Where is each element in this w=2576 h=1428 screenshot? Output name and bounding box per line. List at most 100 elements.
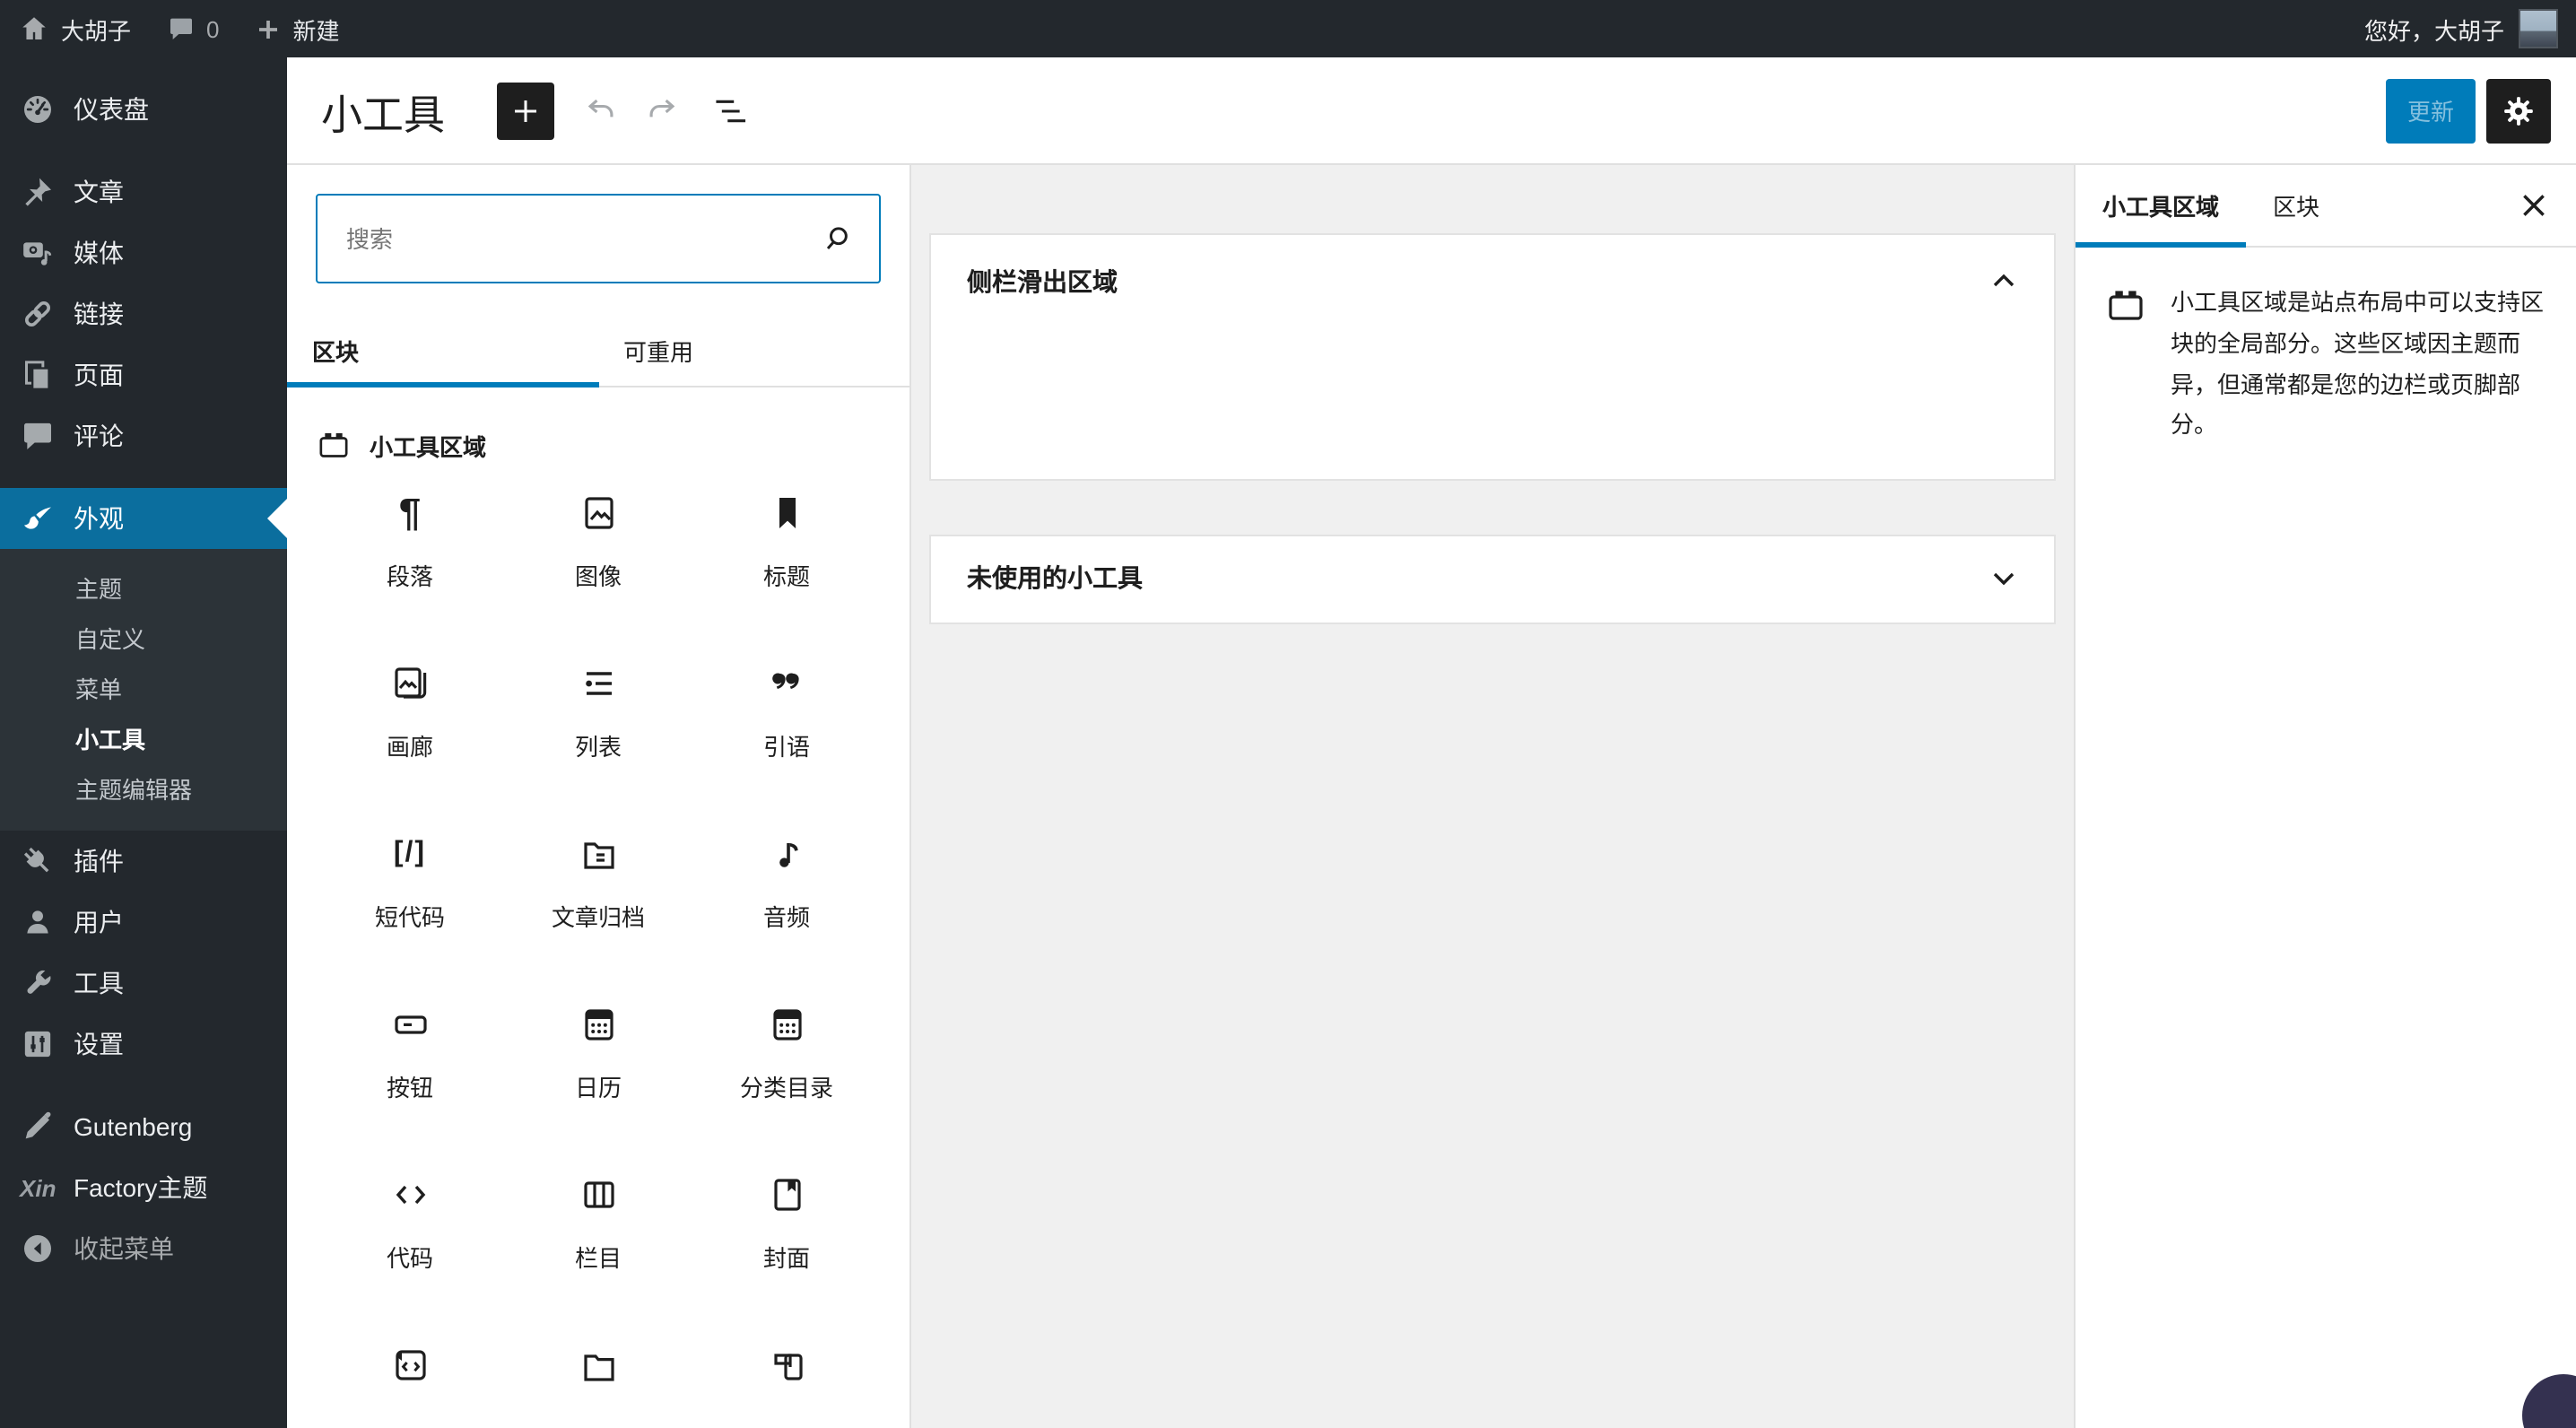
block-item-heading[interactable]: 标题 — [692, 470, 881, 640]
block-item-audio[interactable]: 音频 — [692, 811, 881, 981]
sidebar-item-dashboard[interactable]: 仪表盘 — [0, 79, 287, 140]
sidebar-item-label: 页面 — [74, 361, 124, 389]
block-item-embed[interactable] — [692, 1322, 881, 1428]
links-chain-icon — [20, 296, 56, 332]
block-item-html[interactable] — [316, 1322, 504, 1428]
block-item-file[interactable] — [504, 1322, 692, 1428]
settings-sidebar-tabs: 小工具区域 区块 — [2076, 165, 2576, 248]
widget-area-panel-sidebar-slideout: 侧栏滑出区域 — [929, 233, 2056, 481]
block-item-cover[interactable]: 封面 — [692, 1152, 881, 1322]
html-icon — [388, 1344, 431, 1387]
submenu-item-customize[interactable]: 自定义 — [0, 612, 287, 662]
undo-button[interactable] — [579, 89, 622, 132]
sidebar-item-media[interactable]: 媒体 — [0, 222, 287, 283]
tab-blocks[interactable]: 区块 — [287, 316, 598, 387]
block-item-list[interactable]: 列表 — [504, 640, 692, 811]
home-icon — [18, 13, 50, 45]
sidebar-item-gutenberg[interactable]: Gutenberg — [0, 1096, 287, 1157]
sidebar-item-label: 用户 — [74, 908, 124, 936]
tab-reusable[interactable]: 可重用 — [598, 316, 909, 386]
sidebar-item-comments[interactable]: 评论 — [0, 405, 287, 466]
sidebar-item-xin-factory[interactable]: Xin Factory主题 — [0, 1157, 287, 1218]
widget-areas-description-panel: 小工具区域是站点布局中可以支持区块的全局部分。这些区域因主题而异，但通常都是您的… — [2076, 248, 2576, 483]
wordpress-widgets-editor: 大胡子 0 新建 您好，大胡子 仪表盘 文章 媒体 链接 页面 评论 外观 主题… — [0, 0, 2576, 1428]
sidebar-item-tools[interactable]: 工具 — [0, 953, 287, 1014]
sidebar-item-posts[interactable]: 文章 — [0, 161, 287, 222]
dashboard-icon — [20, 91, 56, 127]
sidebar-item-label: 外观 — [74, 504, 124, 533]
plus-icon — [256, 15, 283, 42]
sidebar-item-users[interactable]: 用户 — [0, 892, 287, 953]
list-icon — [577, 662, 620, 705]
panel-title: 侧栏滑出区域 — [967, 267, 1118, 296]
panel-header[interactable]: 侧栏滑出区域 — [931, 235, 2054, 328]
menu-separator — [0, 1075, 287, 1096]
site-name: 大胡子 — [61, 17, 132, 44]
block-item-button[interactable]: 按钮 — [316, 981, 504, 1152]
chevron-down-icon[interactable] — [1989, 563, 2018, 592]
redo-button[interactable] — [640, 89, 683, 132]
block-item-paragraph[interactable]: ¶ 段落 — [316, 470, 504, 640]
block-item-image[interactable]: 图像 — [504, 470, 692, 640]
comment-count: 0 — [206, 15, 220, 42]
sidebar-item-plugins[interactable]: 插件 — [0, 831, 287, 892]
sidebar-item-collapse-menu[interactable]: 收起菜单 — [0, 1218, 287, 1279]
categories-icon — [765, 1003, 808, 1046]
submenu-item-theme-editor[interactable]: 主题编辑器 — [0, 762, 287, 813]
columns-icon — [577, 1173, 620, 1216]
settings-toggle-button[interactable] — [2486, 78, 2551, 143]
block-grid: ¶ 段落 图像 标题 画廊 列表 引语 [/] 短代码 文章归档 音频 按钮 日… — [316, 470, 881, 1428]
comment-bubble-icon — [167, 14, 196, 43]
posts-pin-icon — [20, 174, 56, 210]
block-inserter-panel: 区块 可重用 小工具区域 ¶ 段落 图像 — [287, 165, 911, 1428]
sidebar-item-label: 媒体 — [74, 239, 124, 267]
sidebar-item-links[interactable]: 链接 — [0, 283, 287, 344]
block-item-archives[interactable]: 文章归档 — [504, 811, 692, 981]
admin-bar-site-menu[interactable]: 大胡子 — [0, 0, 149, 57]
admin-bar-account[interactable]: 您好，大胡子 — [2364, 9, 2576, 48]
search-icon — [826, 227, 848, 249]
editor-header: 小工具 更新 — [287, 57, 2576, 165]
block-inserter-toggle-button[interactable] — [497, 82, 554, 139]
panel-header[interactable]: 未使用的小工具 — [931, 536, 2054, 619]
chevron-up-icon[interactable] — [1989, 267, 2018, 296]
search-input[interactable] — [346, 225, 818, 252]
submenu-item-widgets[interactable]: 小工具 — [0, 712, 287, 762]
block-item-quote[interactable]: 引语 — [692, 640, 881, 811]
submenu-item-themes[interactable]: 主题 — [0, 562, 287, 612]
block-item-gallery[interactable]: 画廊 — [316, 640, 504, 811]
tab-widget-areas[interactable]: 小工具区域 — [2076, 165, 2247, 248]
tab-block[interactable]: 区块 — [2246, 165, 2346, 246]
admin-bar-comments[interactable]: 0 — [149, 0, 237, 57]
sidebar-item-label: 设置 — [74, 1030, 124, 1058]
block-item-columns[interactable]: 栏目 — [504, 1152, 692, 1322]
admin-bar: 大胡子 0 新建 您好，大胡子 — [0, 0, 2576, 57]
calendar-icon — [577, 1003, 620, 1046]
shortcode-icon: [/] — [393, 838, 427, 868]
greeting-text: 您好，大胡子 — [2363, 17, 2504, 44]
widget-area-panel-inactive-widgets: 未使用的小工具 — [929, 535, 2056, 624]
menu-separator — [0, 466, 287, 488]
block-item-shortcode[interactable]: [/] 短代码 — [316, 811, 504, 981]
block-item-categories[interactable]: 分类目录 — [692, 981, 881, 1152]
list-view-button[interactable] — [709, 89, 752, 132]
sidebar-item-label: Factory主题 — [74, 1173, 208, 1202]
block-item-code[interactable]: 代码 — [316, 1152, 504, 1322]
plus-icon — [515, 100, 536, 121]
admin-menu: 仪表盘 文章 媒体 链接 页面 评论 外观 主题 自定义 菜单 小工具 主题编辑… — [0, 57, 287, 1428]
close-sidebar-button[interactable] — [2508, 180, 2558, 231]
audio-note-icon — [765, 832, 808, 875]
widget-area-icon — [2109, 291, 2143, 320]
sidebar-item-label: 插件 — [74, 847, 124, 875]
block-item-calendar[interactable]: 日历 — [504, 981, 692, 1152]
admin-bar-new[interactable]: 新建 — [238, 0, 358, 57]
submenu-item-menus[interactable]: 菜单 — [0, 662, 287, 712]
sidebar-item-appearance[interactable]: 外观 — [0, 488, 287, 549]
update-button[interactable]: 更新 — [2385, 78, 2476, 143]
widget-area-icon — [319, 433, 348, 457]
sidebar-item-pages[interactable]: 页面 — [0, 344, 287, 405]
sidebar-item-settings[interactable]: 设置 — [0, 1014, 287, 1075]
widget-areas-section-header: 小工具区域 — [316, 427, 881, 463]
sidebar-item-label: 链接 — [74, 300, 124, 328]
media-icon — [20, 235, 56, 271]
